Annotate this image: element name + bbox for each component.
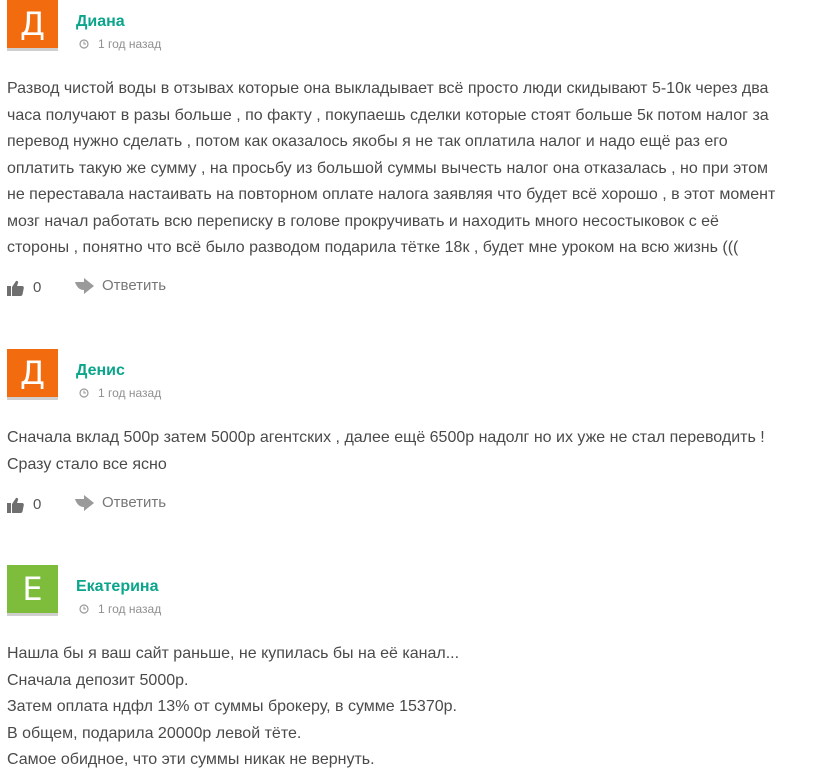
comment-actions: 0 Ответить	[7, 277, 307, 299]
like-count: 0	[33, 279, 42, 296]
comment-time: 1 год назад	[98, 386, 162, 400]
thumbs-up-icon	[7, 497, 24, 513]
comment-meta: 1 год назад	[79, 37, 161, 51]
avatar: Д	[7, 0, 58, 51]
clock-icon	[79, 604, 89, 614]
comment-meta: 1 год назад	[79, 386, 161, 400]
reply-arrow-icon	[75, 494, 94, 511]
clock-icon	[79, 39, 89, 49]
like-count: 0	[33, 496, 42, 513]
comment-text: Сначала вклад 500р затем 5000р агентских…	[7, 429, 765, 473]
reply-arrow-icon	[75, 277, 94, 294]
clock-icon	[79, 388, 89, 398]
thumbs-up-icon	[7, 280, 24, 296]
comment-author[interactable]: Денис	[76, 362, 125, 380]
reply-label: Ответить	[102, 494, 167, 511]
comment-meta: 1 год назад	[79, 602, 161, 616]
avatar: Е	[7, 565, 58, 616]
comment-text: Нашла бы я ваш сайт раньше, не купилась …	[7, 645, 460, 768]
comment-actions: 0 Ответить	[7, 494, 307, 516]
reply-button[interactable]: Ответить	[75, 494, 166, 511]
like-button[interactable]: 0	[7, 496, 41, 513]
avatar: Д	[7, 349, 58, 400]
comment-author[interactable]: Диана	[76, 13, 125, 31]
reply-label: Ответить	[102, 277, 167, 294]
reply-button[interactable]: Ответить	[75, 277, 166, 294]
comment-author[interactable]: Екатерина	[76, 578, 158, 596]
comment-time: 1 год назад	[98, 37, 162, 51]
like-button[interactable]: 0	[7, 279, 41, 296]
comment-time: 1 год назад	[98, 602, 162, 616]
comment-text: Развод чистой воды в отзывах которые она…	[7, 80, 776, 256]
